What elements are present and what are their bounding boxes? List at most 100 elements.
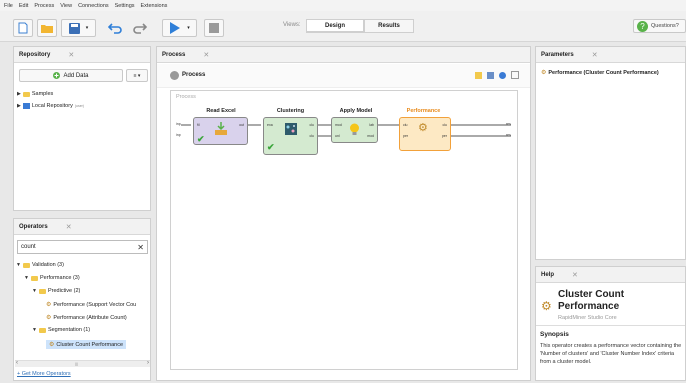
menu-settings[interactable]: Settings: [115, 3, 135, 9]
tree-item-label: Cluster Count Performance: [56, 341, 124, 348]
tree-item-cluster-count-performance[interactable]: ⚙ Cluster Count Performance: [46, 340, 127, 349]
tree-item-label: Performance (Support Vector Cou: [53, 301, 137, 308]
tree-item-validation[interactable]: ▼ Validation (3): [16, 262, 64, 268]
output-port[interactable]: lab: [369, 123, 374, 127]
process-tab-title[interactable]: Process: [162, 52, 185, 58]
clear-search-icon[interactable]: ✕: [137, 243, 144, 252]
input-port[interactable]: fil: [197, 123, 200, 127]
process-icon: [170, 71, 179, 80]
fit-view-icon[interactable]: [511, 71, 519, 79]
run-process-button[interactable]: ▾: [162, 19, 197, 37]
repository-menu-button[interactable]: ≡ ▾: [126, 69, 148, 82]
auto-wire-icon[interactable]: [487, 72, 494, 79]
expand-arrow-icon[interactable]: ▶: [17, 103, 21, 109]
operator-performance[interactable]: clu per clu per ⚙: [399, 117, 451, 151]
close-icon[interactable]: ✕: [592, 51, 598, 59]
operator-title: Performance: [406, 108, 441, 114]
tree-item-predictive[interactable]: ▼ Predictive (2): [32, 288, 80, 294]
questions-button[interactable]: ? Questions?: [633, 19, 686, 33]
menu-connections[interactable]: Connections: [78, 3, 109, 9]
close-icon[interactable]: ✕: [572, 271, 578, 279]
info-icon[interactable]: [499, 72, 506, 79]
undo-button[interactable]: [105, 19, 125, 37]
input-port[interactable]: per: [403, 134, 408, 138]
operator-apply-model[interactable]: mod unl lab mod: [331, 117, 378, 143]
add-data-button[interactable]: Add Data: [19, 69, 123, 82]
parameters-operator-label: ⚙ Performance (Cluster Count Performance…: [541, 69, 659, 77]
input-port[interactable]: clu: [403, 123, 407, 127]
collapse-arrow-icon[interactable]: ▼: [24, 275, 29, 281]
operator-read-excel[interactable]: fil out ✔: [193, 117, 248, 145]
menu-view[interactable]: View: [60, 3, 72, 9]
tab-results[interactable]: Results: [364, 19, 414, 33]
tree-item-performance-attr[interactable]: ⚙ Performance (Attribute Count): [46, 314, 127, 322]
process-result-port[interactable]: res: [506, 122, 511, 126]
output-port[interactable]: mod: [367, 134, 374, 138]
chevron-down-icon[interactable]: ▾: [187, 25, 190, 31]
process-result-port[interactable]: res: [506, 133, 511, 137]
menu-process[interactable]: Process: [34, 3, 54, 9]
close-icon[interactable]: ✕: [203, 51, 209, 59]
help-panel: Help ✕ ⚙ Cluster Count Performance Rapid…: [535, 266, 686, 381]
tree-item-segmentation[interactable]: ▼ Segmentation (1): [32, 327, 90, 333]
views-label: Views:: [283, 22, 301, 28]
close-icon[interactable]: ✕: [68, 51, 74, 59]
expand-arrow-icon[interactable]: ▶: [17, 91, 21, 97]
process-canvas[interactable]: Process inp inp res res Read Excel fil o…: [170, 90, 518, 370]
output-port[interactable]: out: [239, 123, 244, 127]
folder-icon: [22, 262, 30, 268]
stop-process-button[interactable]: [204, 19, 224, 37]
operator-icon: ⚙: [46, 302, 52, 308]
parameters-header: Parameters ✕: [536, 47, 685, 63]
output-port[interactable]: clu: [443, 123, 447, 127]
menu-edit[interactable]: Edit: [19, 3, 28, 9]
folder-icon: [22, 91, 30, 97]
search-value: count: [21, 244, 36, 250]
operator-icon: ⚙: [541, 70, 547, 76]
parameters-operator-name: Performance (Cluster Count Performance): [548, 69, 659, 76]
operator-search-input[interactable]: count ✕: [17, 240, 148, 254]
collapse-arrow-icon[interactable]: ▼: [16, 262, 21, 268]
process-toolbar: Process: [157, 64, 530, 88]
open-process-button[interactable]: [37, 19, 57, 37]
process-input-port[interactable]: inp: [176, 122, 181, 126]
tree-item-samples[interactable]: ▶ Samples: [17, 91, 53, 97]
note-icon[interactable]: [475, 72, 482, 79]
tree-item-local-repository[interactable]: ▶ Local Repository (user): [17, 103, 84, 109]
chevron-down-icon[interactable]: ▾: [86, 25, 89, 31]
synopsis-heading: Synopsis: [540, 331, 569, 338]
tab-design[interactable]: Design: [306, 19, 364, 33]
redo-button[interactable]: [130, 19, 150, 37]
repository-panel: Repository ✕ Add Data ≡ ▾ ▶ Samples ▶ Lo…: [13, 46, 151, 211]
collapse-arrow-icon[interactable]: ▼: [32, 327, 37, 333]
redo-icon: [133, 23, 147, 34]
output-port[interactable]: clu: [310, 123, 314, 127]
operator-icon: ⚙: [49, 342, 55, 348]
operator-clustering[interactable]: exa clu clu ✔: [263, 117, 318, 155]
new-process-button[interactable]: [13, 19, 33, 37]
tree-item-performance-folder[interactable]: ▼ Performance (3): [24, 275, 80, 281]
collapse-arrow-icon[interactable]: ▼: [32, 288, 37, 294]
horizontal-scrollbar[interactable]: ‹ ||| ›: [15, 360, 150, 367]
process-input-port[interactable]: inp: [176, 133, 181, 137]
help-header: Help ✕: [536, 267, 685, 283]
scroll-right-icon[interactable]: ›: [147, 360, 149, 366]
scroll-grip-icon[interactable]: |||: [75, 361, 78, 366]
input-port[interactable]: unl: [335, 134, 340, 138]
scroll-left-icon[interactable]: ‹: [16, 360, 18, 366]
checkmark-icon: ✔: [197, 134, 205, 144]
output-port[interactable]: per: [442, 134, 447, 138]
repository-header: Repository ✕: [14, 47, 150, 63]
output-port[interactable]: clu: [310, 134, 314, 138]
save-process-button[interactable]: ▾: [61, 19, 96, 37]
lightbulb-icon: [350, 123, 359, 135]
tree-item-tag: (user): [74, 104, 84, 108]
input-port[interactable]: mod: [335, 123, 342, 127]
tree-item-performance-svc[interactable]: ⚙ Performance (Support Vector Cou: [46, 301, 150, 309]
get-more-operators-link[interactable]: + Get More Operators: [17, 371, 71, 377]
input-port[interactable]: exa: [267, 123, 273, 127]
repository-title: Repository: [19, 51, 51, 58]
close-icon[interactable]: ✕: [66, 223, 72, 231]
menu-file[interactable]: File: [4, 3, 13, 9]
menu-extensions[interactable]: Extensions: [141, 3, 168, 9]
